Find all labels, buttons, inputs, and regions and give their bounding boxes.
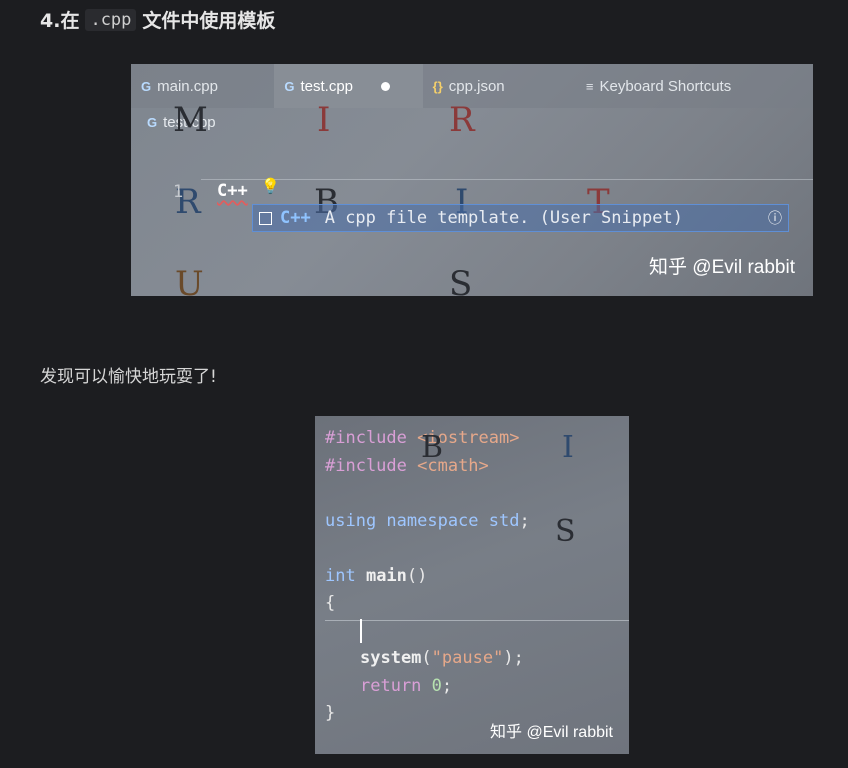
suggestion-item[interactable]: C++ A cpp file template. (User Snippet) … [252,204,789,232]
current-line-highlight [325,620,629,621]
code-line-7: system("pause"); [360,648,524,668]
code-line-5: { [325,593,336,613]
background-letter: U [175,264,204,296]
line-number: 1 [173,182,184,202]
code-line-8: return 0; [360,676,453,696]
keyboard-shortcuts-icon: ≡ [585,78,594,94]
tab-label: test.cpp [300,77,354,95]
text-caret[interactable] [360,619,362,643]
cpp-file-icon: G [141,78,152,94]
tab-label: Keyboard Shortcuts [599,77,732,95]
tab-label: cpp.json [448,77,505,95]
lightbulb-icon[interactable]: 💡 [261,177,280,195]
tab-label: main.cpp [157,77,218,95]
background-letter: B [421,430,444,465]
background-letter: I [317,100,331,140]
suggestion-keyword: C++ [280,208,311,228]
background-letter: M [173,100,208,140]
current-line-highlight [201,179,813,180]
snippet-icon [259,211,272,225]
code-line-9: } [325,703,336,723]
section-heading: 4.在 .cpp 文件中使用模板 [40,6,275,33]
tab-test-cpp[interactable]: G test.cpp [274,64,423,108]
code-line-2: #include <cmath> [325,456,489,476]
heading-code: .cpp [85,8,137,31]
json-file-icon: {} [432,78,443,94]
paragraph: 发现可以愉快地玩耍了! [40,367,217,387]
unsaved-dot-icon[interactable] [381,81,391,91]
tab-cpp-json[interactable]: {} cpp.json [423,64,576,108]
info-icon[interactable]: ⓘ [768,208,782,228]
background-letter: S [555,514,576,549]
tab-keyboard-shortcuts[interactable]: ≡ Keyboard Shortcuts [576,64,813,108]
typed-text[interactable]: C++ [217,181,248,201]
cpp-file-icon: G [284,78,295,94]
editor-screenshot-snippet: G main.cpp G test.cpp {} cpp.json ≡ Keyb… [131,64,813,296]
background-letter: S [449,264,473,296]
cpp-file-icon: G [147,115,158,130]
watermark: 知乎 @Evil rabbit [649,257,795,278]
heading-prefix: 4.在 [40,10,80,32]
code-line-4: int main() [325,566,428,586]
code-screenshot-result: #include <iostream> #include <cmath> usi… [315,416,629,754]
background-letter: R [449,100,475,140]
suggestion-description: A cpp file template. (User Snippet) [324,208,683,228]
background-letter: I [562,430,574,465]
code-line-3: using namespace std; [325,511,530,531]
heading-suffix: 文件中使用模板 [142,10,276,32]
watermark: 知乎 @Evil rabbit [490,724,613,741]
